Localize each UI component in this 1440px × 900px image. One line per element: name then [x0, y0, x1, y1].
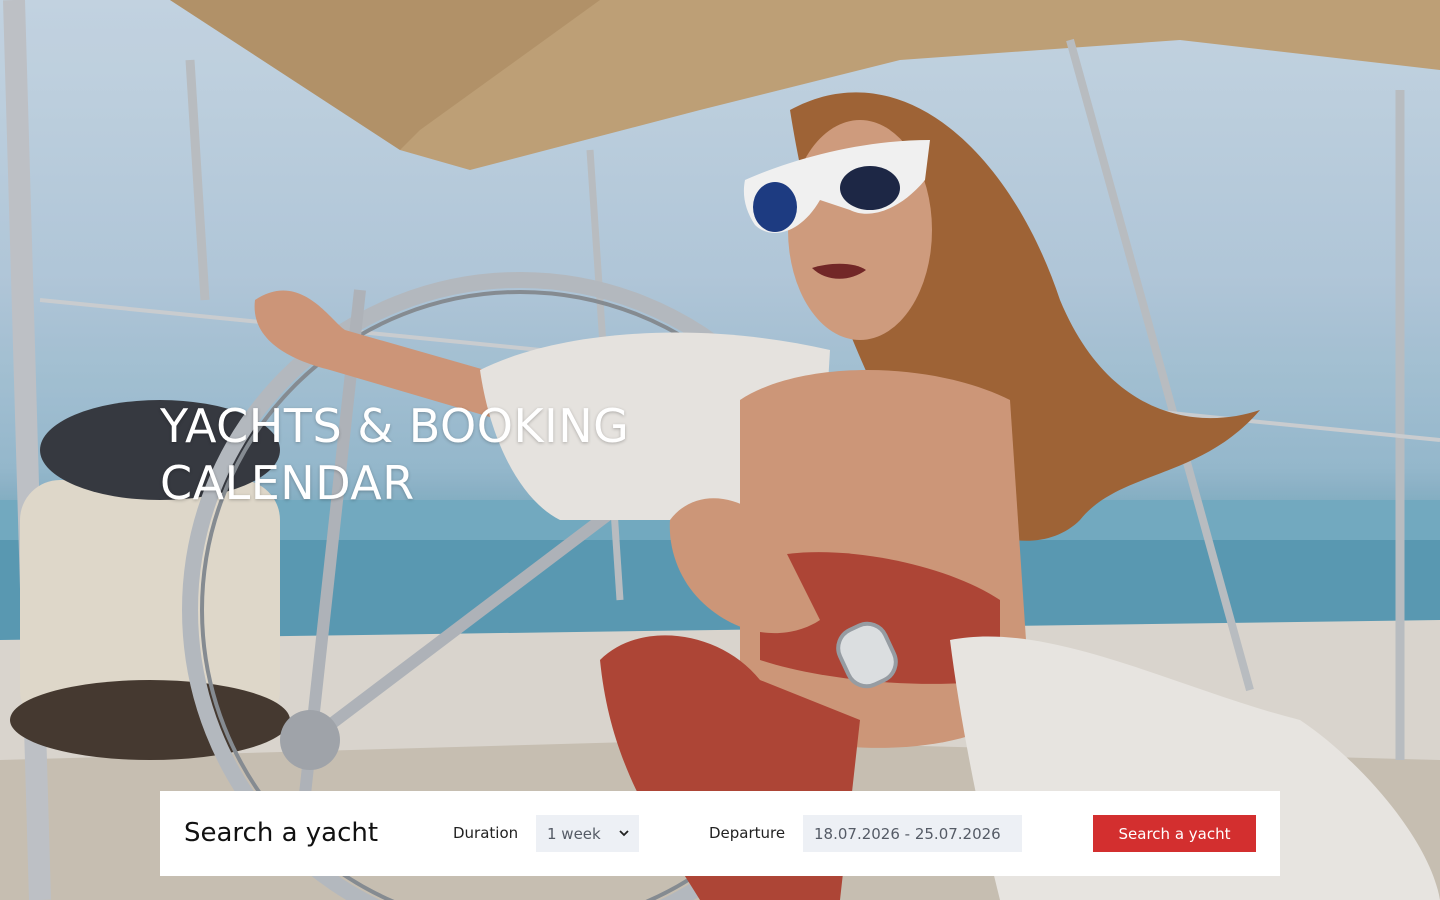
search-yacht-button[interactable]: Search a yacht: [1093, 815, 1256, 852]
duration-label: Duration: [453, 824, 519, 842]
search-heading: Search a yacht: [184, 818, 379, 848]
departure-label: Departure: [709, 824, 786, 842]
hero-title-line-2: CALENDAR: [160, 456, 415, 510]
hero-title-line-1: YACHTS & BOOKING: [160, 399, 630, 453]
chevron-down-icon: [619, 830, 629, 837]
duration-select[interactable]: 1 week: [536, 815, 639, 852]
duration-value: 1 week: [547, 824, 601, 843]
hero-title: YACHTS & BOOKING CALENDAR: [160, 398, 800, 512]
departure-date-range-field[interactable]: [803, 815, 1022, 852]
yacht-search-bar: Search a yacht Duration 1 week Departure…: [160, 791, 1280, 876]
hero-section: YACHTS & BOOKING CALENDAR Search a yacht…: [0, 0, 1440, 900]
